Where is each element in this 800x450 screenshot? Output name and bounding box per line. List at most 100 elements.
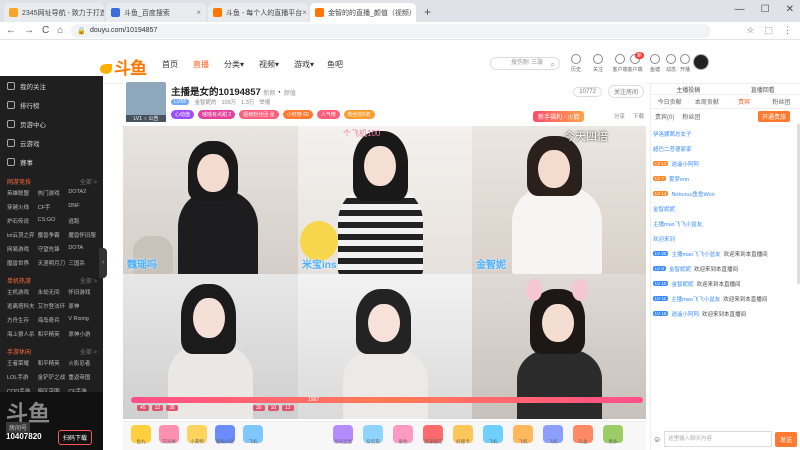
fans-group[interactable]: 粉丝团: [682, 112, 700, 121]
room-tag[interactable]: 人气榜: [316, 110, 340, 119]
category-link[interactable]: 魔兽争霸: [38, 231, 69, 239]
chat-input[interactable]: 这里输入聊天内容: [664, 431, 772, 447]
gift-item[interactable]: 更多: [603, 425, 623, 444]
gift-item[interactable]: 飞机: [513, 425, 533, 444]
vip-count[interactable]: 贵宾(0): [655, 112, 674, 121]
chat-username[interactable]: 金智妮妮: [653, 205, 675, 213]
category-link[interactable]: 永劫无间: [38, 288, 69, 296]
category-link[interactable]: V Rising: [68, 316, 99, 324]
maximize-icon[interactable]: ☐: [761, 4, 770, 15]
douyu-logo[interactable]: 斗鱼: [100, 54, 147, 79]
gift-item[interactable]: 飞机: [483, 425, 503, 444]
video-player[interactable]: 魏瑶吗 个飞机100 米宝ins 今天四倍 金智妮: [123, 126, 646, 419]
category-link[interactable]: CS:GO: [38, 217, 69, 225]
chat-username[interactable]: 伊洛娜茜总女子: [653, 130, 692, 138]
search-input[interactable]: 搜伤耐·三璇 ⌕: [490, 57, 560, 70]
sidebar-item-webgames[interactable]: 页游中心: [0, 114, 103, 133]
category-link[interactable]: 魔兽怀旧服: [68, 231, 99, 239]
room-tag[interactable]: 心动值: [171, 110, 195, 119]
streamer-avatar[interactable]: LV1 ♀ 公告: [126, 82, 166, 122]
category-link[interactable]: 艾尔登法环: [38, 302, 69, 310]
category-link[interactable]: 魔兽世界: [7, 259, 38, 267]
chat-username[interactable]: 逍遥小阿阿: [671, 310, 699, 318]
category-link[interactable]: 天涯明月刀: [38, 259, 69, 267]
category-link[interactable]: 海上狼人杀: [7, 330, 38, 338]
nav-games[interactable]: 游戏▾: [294, 59, 314, 70]
sidebar-item-cloudgame[interactable]: 云游戏: [0, 133, 103, 152]
streamer-name[interactable]: 金智妮的: [194, 98, 216, 106]
more-link[interactable]: 全部 >: [80, 276, 97, 285]
gift-item[interactable]: 飞机: [243, 425, 263, 444]
category-link[interactable]: 穿越火线: [7, 203, 38, 211]
category-link[interactable]: lol云顶之弈: [7, 231, 38, 239]
back-icon[interactable]: ←: [6, 25, 16, 36]
gift-item[interactable]: 荧光棒: [159, 425, 179, 444]
category-link[interactable]: 重返帝国: [68, 373, 99, 381]
category-link[interactable]: 方舟生存: [7, 316, 38, 324]
category-link[interactable]: 和平精英: [38, 330, 69, 338]
category-link[interactable]: 主机游戏: [7, 288, 38, 296]
category-link[interactable]: 原神小游: [68, 330, 99, 338]
category-link[interactable]: CF手: [38, 203, 69, 211]
chat-username[interactable]: 欢迎来到: [653, 235, 675, 243]
nav-yuba[interactable]: 鱼吧: [327, 59, 343, 70]
send-button[interactable]: 发送: [774, 431, 797, 447]
tab-fans[interactable]: 粉丝团: [763, 97, 800, 106]
nav-video[interactable]: 视频▾: [259, 59, 279, 70]
category-link[interactable]: 逃跑: [68, 217, 99, 225]
home-icon[interactable]: ⌂: [57, 25, 63, 36]
category-link[interactable]: 三国杀: [68, 259, 99, 267]
nav-home[interactable]: 首页: [162, 59, 178, 70]
category-link[interactable]: 守望先锋: [38, 245, 69, 253]
close-window-icon[interactable]: ✕: [786, 4, 794, 15]
chat-username[interactable]: Noburuu鱼鱼Won: [671, 190, 714, 198]
new-tab-button[interactable]: +: [424, 5, 431, 19]
gift-item[interactable]: 浪漫烟花: [423, 425, 443, 444]
close-tab-icon[interactable]: ×: [196, 8, 201, 17]
follow-button[interactable]: 关注: [587, 54, 609, 73]
browser-tab[interactable]: 2345网址导航 - 致力于打造百年×: [4, 3, 104, 22]
tab-week[interactable]: 本周贡献: [688, 97, 725, 106]
browser-tab[interactable]: 斗鱼 - 每个人的直播平台 ×: [208, 3, 308, 22]
menu-icon[interactable]: ⋮: [783, 25, 792, 36]
chat-username[interactable]: 超巴二苍德家家: [653, 145, 692, 153]
newbie-banner[interactable]: 新手福利 · 火箭: [533, 111, 585, 122]
category-link[interactable]: LOL手游: [7, 373, 38, 381]
sidebar-item-ranking[interactable]: 排行榜: [0, 95, 103, 114]
bookmark-icon[interactable]: ☆: [746, 25, 754, 36]
chat-username[interactable]: 雾梦enn: [669, 175, 689, 183]
gift-item[interactable]: 鱼丸: [131, 425, 151, 444]
more-link[interactable]: 全部 >: [80, 177, 97, 186]
gift-item[interactable]: 好感卡: [453, 425, 473, 444]
download-app-button[interactable]: 扫码下载: [58, 430, 93, 445]
url-field[interactable]: 🔒 douyu.com/10194857: [71, 23, 712, 38]
tab-vip[interactable]: 贵宾: [726, 97, 763, 106]
chat-username[interactable]: 主播mao飞飞小盆友: [653, 220, 702, 228]
gift-item[interactable]: 穿云箭: [363, 425, 383, 444]
replay-button[interactable]: 直播回看: [751, 85, 775, 94]
submit-button[interactable]: 主播投稿: [676, 85, 700, 94]
sidebar-item-esports[interactable]: 赛事: [0, 152, 103, 171]
reload-icon[interactable]: C: [42, 25, 49, 36]
gift-item[interactable]: 超级火箭: [215, 425, 235, 444]
category-link[interactable]: 怀旧游戏: [68, 288, 99, 296]
category-link[interactable]: 网易游戏: [7, 245, 38, 253]
extensions-icon[interactable]: ⬚: [764, 25, 773, 36]
tab-today[interactable]: 今日贡献: [651, 97, 688, 106]
chat-username[interactable]: 主播mao飞飞小盆友: [671, 295, 720, 303]
category-link[interactable]: DNF: [68, 203, 99, 211]
message-button[interactable]: 客户端新: [624, 52, 646, 73]
category-link[interactable]: 火影忍者: [68, 359, 99, 367]
category-link[interactable]: DOTA: [68, 245, 99, 253]
category-link[interactable]: 英雄联盟: [7, 189, 38, 197]
category-link[interactable]: 王者荣耀: [7, 359, 38, 367]
category-link[interactable]: 海岛奇兵: [38, 316, 69, 324]
category-link[interactable]: 逃离塔科夫: [7, 302, 38, 310]
minimize-icon[interactable]: —: [735, 4, 745, 15]
browser-tab-active[interactable]: 金智的的直播_颜值（视频）×: [310, 3, 416, 22]
report-link[interactable]: 举报: [259, 98, 270, 106]
chat-username[interactable]: 逍遥小阿阿: [671, 160, 699, 168]
follow-room-button[interactable]: 关注房间: [607, 85, 644, 98]
sidebar-collapse-toggle[interactable]: ‹: [99, 248, 107, 278]
download-button[interactable]: 下载: [633, 112, 644, 120]
